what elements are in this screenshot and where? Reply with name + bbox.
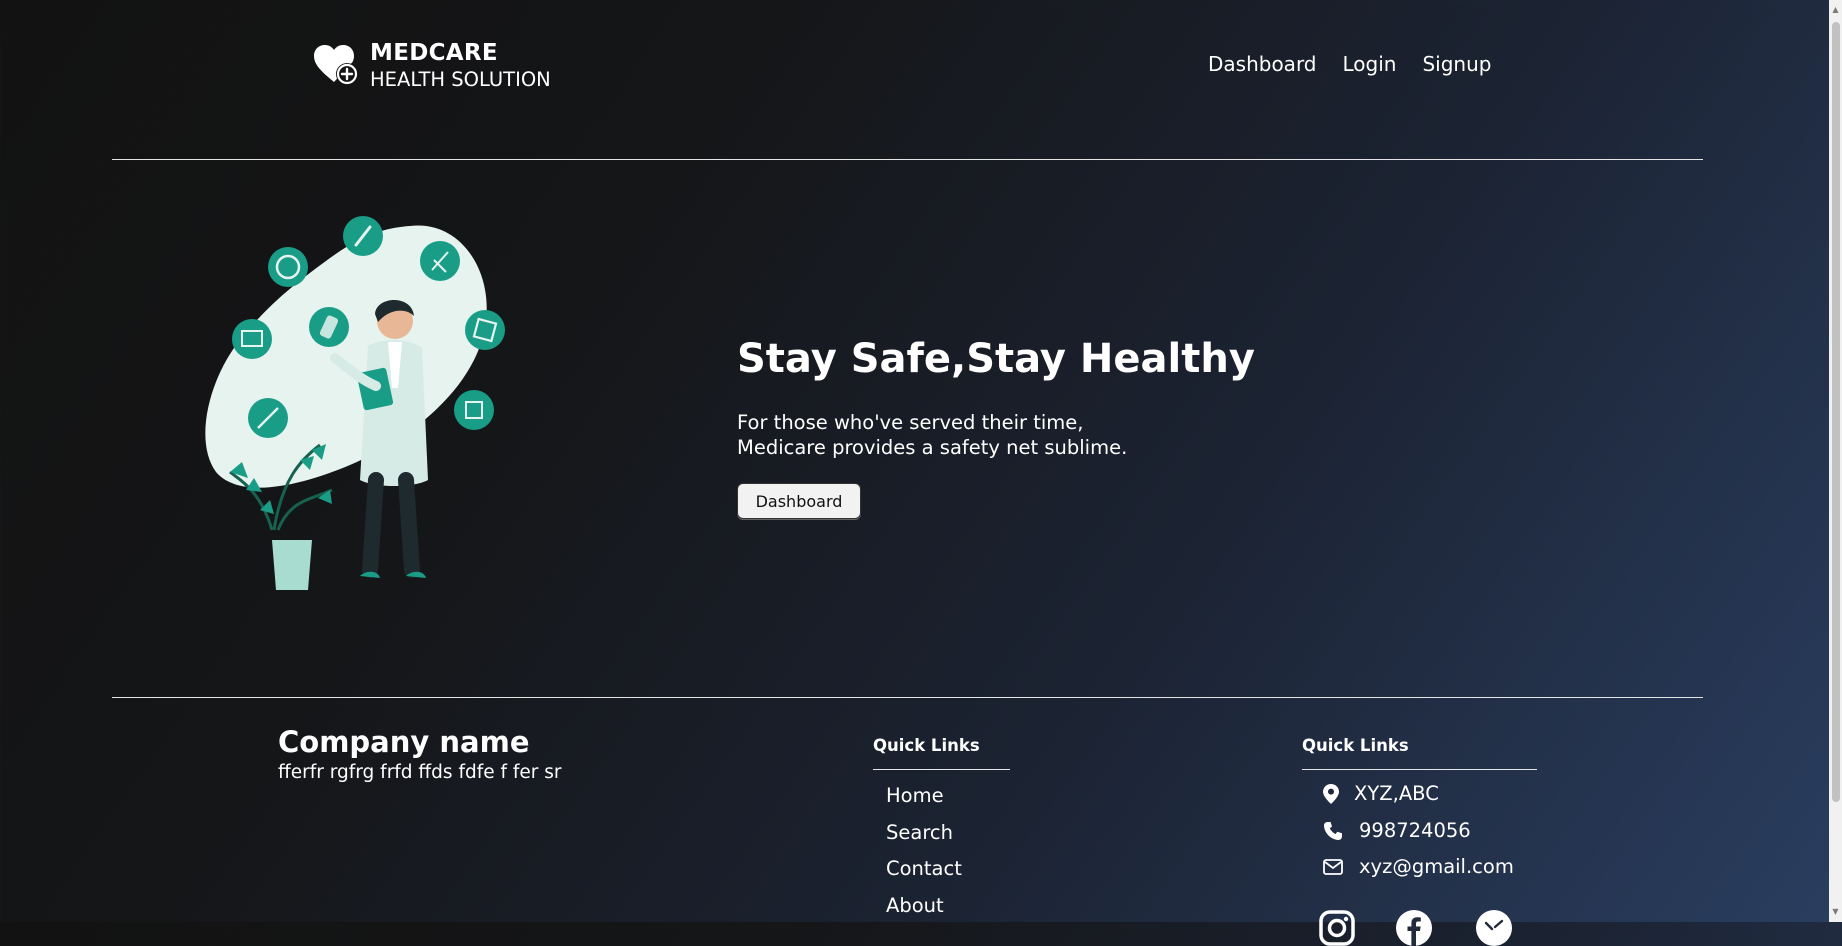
hero-tagline: For those who've served their time, Medi… (737, 410, 1127, 460)
contact-underline (1302, 769, 1537, 770)
footer-link-home[interactable]: Home (886, 783, 962, 820)
hero-tagline-line-2: Medicare provides a safety net sublime. (737, 436, 1128, 459)
nav-dashboard-link[interactable]: Dashboard (1208, 52, 1317, 76)
twitter-icon[interactable] (1476, 910, 1512, 946)
heart-plus-logo-icon (314, 45, 358, 85)
scrollbar-thumb[interactable] (1832, 22, 1840, 802)
doctor-illustration (205, 216, 505, 590)
scroll-up-icon[interactable]: ▲ (1829, 3, 1842, 17)
instagram-icon[interactable] (1319, 910, 1355, 946)
contact-address: XYZ,ABC (1323, 782, 1439, 805)
hero-tagline-line-1: For those who've served their time, (737, 411, 1084, 434)
footer-link-search[interactable]: Search (886, 820, 962, 857)
contact-address-text: XYZ,ABC (1354, 782, 1439, 805)
brand-subtitle: HEALTH SOLUTION (370, 68, 551, 91)
hero-dashboard-button[interactable]: Dashboard (737, 483, 861, 519)
hero-title: Stay Safe,Stay Healthy (737, 336, 1255, 382)
nav-signup-link[interactable]: Signup (1422, 52, 1491, 76)
company-description: fferfr rgfrg frfd ffds fdfe f fer sr (278, 762, 562, 783)
contact-email: xyz@gmail.com (1323, 855, 1514, 878)
quick-links-list: Home Search Contact About (886, 783, 962, 929)
contact-email-text[interactable]: xyz@gmail.com (1359, 855, 1514, 878)
envelope-icon (1323, 858, 1343, 875)
company-name: Company name (278, 725, 530, 759)
brand-name: MEDCARE (370, 40, 498, 66)
quick-links-heading: Quick Links (873, 736, 980, 755)
footer-divider (112, 697, 1703, 698)
main-nav: Dashboard Login Signup (1208, 52, 1491, 76)
contact-phone: 998724056 (1323, 819, 1471, 842)
header-divider (112, 159, 1703, 160)
nav-login-link[interactable]: Login (1343, 52, 1397, 76)
contact-heading: Quick Links (1302, 736, 1409, 755)
scroll-down-icon[interactable]: ▼ (1829, 905, 1842, 919)
footer-link-contact[interactable]: Contact (886, 856, 962, 893)
phone-icon (1324, 821, 1342, 840)
footer-link-about[interactable]: About (886, 893, 962, 930)
location-pin-icon (1323, 783, 1339, 804)
contact-phone-text: 998724056 (1359, 819, 1471, 842)
facebook-icon[interactable] (1396, 910, 1432, 946)
quick-links-underline (873, 769, 1010, 770)
